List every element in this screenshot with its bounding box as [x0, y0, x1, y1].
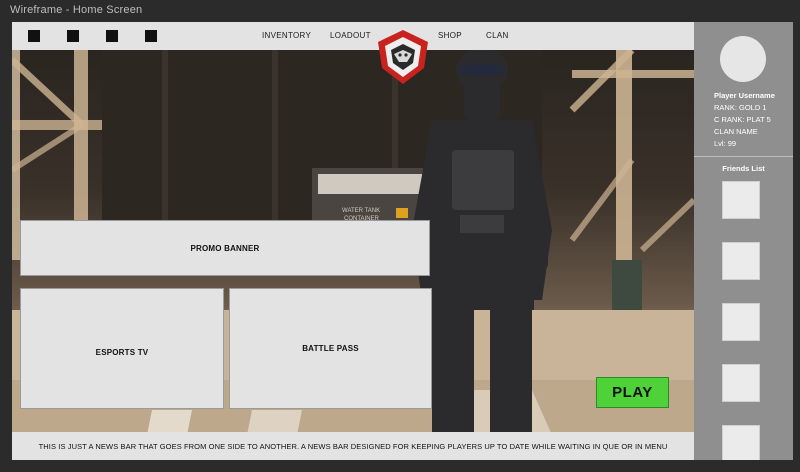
player-avatar[interactable]	[720, 36, 766, 82]
menu-square-icon[interactable]	[67, 30, 79, 42]
battle-pass-tile[interactable]: BATTLE PASS	[229, 288, 432, 409]
nav-loadout[interactable]: LOADOUT	[330, 31, 371, 40]
player-level: Lvl: 99	[714, 139, 737, 148]
menu-square-icon[interactable]	[28, 30, 40, 42]
promo-banner-label: PROMO BANNER	[190, 243, 260, 253]
svg-text:WATER TANK: WATER TANK	[342, 208, 380, 214]
esports-tv-tile[interactable]: ESPORTS TV	[20, 288, 224, 409]
player-rank: RANK: GOLD 1	[714, 103, 767, 112]
clan-logo-icon	[378, 30, 428, 84]
menu-square-icon[interactable]	[106, 30, 118, 42]
play-button[interactable]: PLAY	[596, 377, 669, 408]
menu-square-icon[interactable]	[145, 30, 157, 42]
friend-slot[interactable]	[722, 303, 760, 341]
friend-slot[interactable]	[722, 425, 760, 460]
friend-slot[interactable]	[722, 181, 760, 219]
news-bar-text: THIS IS JUST A NEWS BAR THAT GOES FROM O…	[38, 441, 668, 451]
player-c-rank: C RANK: PLAT 5	[714, 115, 771, 124]
promo-banner[interactable]: PROMO BANNER	[20, 220, 430, 276]
home-screen-frame: WATER TANK CONTAINER INVENTORY LOADOUT S…	[12, 22, 793, 460]
nav-inventory[interactable]: INVENTORY	[262, 31, 311, 40]
frame-title: Wireframe - Home Screen	[10, 4, 143, 16]
news-bar: THIS IS JUST A NEWS BAR THAT GOES FROM O…	[12, 432, 694, 460]
nav-shop[interactable]: SHOP	[438, 31, 462, 40]
battle-pass-label: BATTLE PASS	[302, 344, 359, 353]
friend-slot[interactable]	[722, 364, 760, 402]
friend-slot[interactable]	[722, 242, 760, 280]
friends-list-title: Friends List	[722, 164, 765, 173]
panel-divider	[694, 156, 793, 157]
esports-tv-label: ESPORTS TV	[95, 348, 149, 357]
nav-clan[interactable]: CLAN	[486, 31, 509, 40]
player-side-panel: Player Username RANK: GOLD 1 C RANK: PLA…	[694, 22, 793, 460]
top-nav-bar: INVENTORY LOADOUT SHOP CLAN	[12, 22, 694, 50]
player-username: Player Username	[714, 91, 775, 100]
player-clan-name: CLAN NAME	[714, 127, 758, 136]
